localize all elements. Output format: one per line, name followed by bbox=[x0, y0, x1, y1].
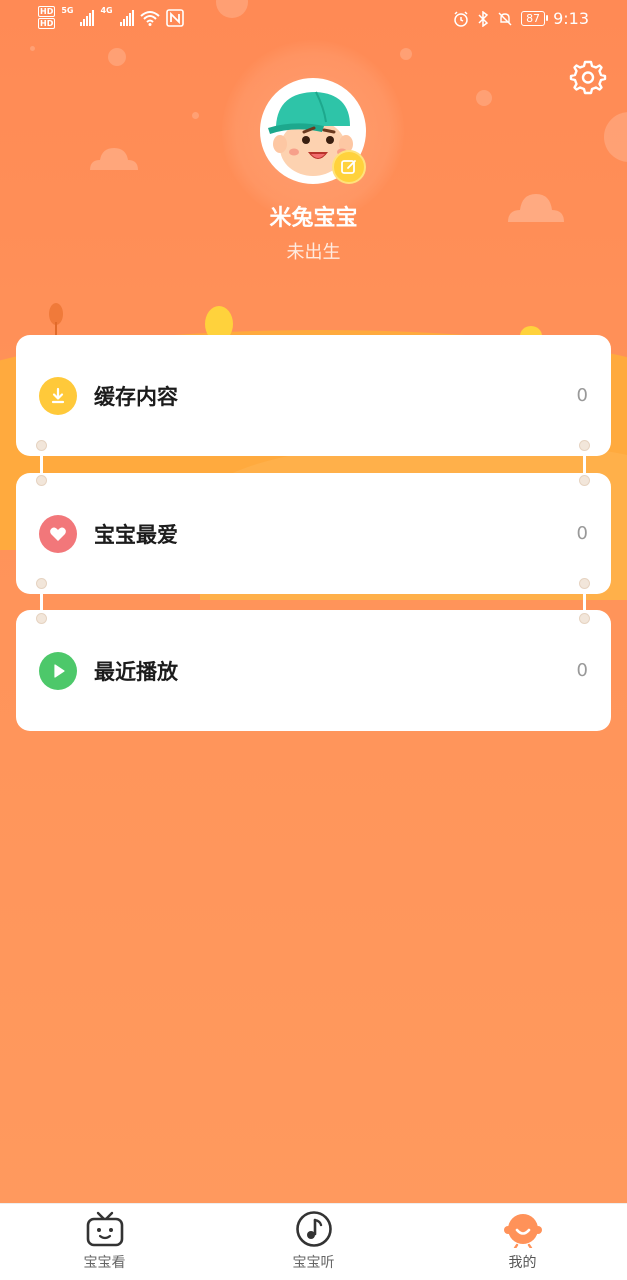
decor-bubble bbox=[604, 112, 627, 162]
tv-icon bbox=[86, 1211, 123, 1247]
settings-button[interactable] bbox=[569, 58, 607, 96]
cloud-icon bbox=[90, 148, 138, 170]
edit-profile-button[interactable] bbox=[332, 150, 366, 184]
nav-tab-label: 宝宝看 bbox=[83, 1255, 126, 1271]
signal-strength-icon bbox=[119, 9, 134, 26]
card-connector bbox=[579, 440, 591, 486]
menu-item-count: 0 bbox=[576, 660, 588, 681]
download-icon bbox=[39, 376, 77, 415]
decor-bubble bbox=[400, 48, 412, 60]
nav-tab-label: 我的 bbox=[508, 1255, 537, 1271]
decor-bubble bbox=[192, 112, 199, 119]
user-name[interactable]: 米兔宝宝 bbox=[0, 200, 627, 232]
menu-item-count: 0 bbox=[576, 385, 588, 406]
music-note-icon bbox=[295, 1211, 332, 1247]
decor-bubble bbox=[476, 90, 492, 106]
card-connector bbox=[36, 440, 48, 486]
card-connector bbox=[36, 578, 48, 624]
menu-item-favorites[interactable]: 宝宝最爱 0 bbox=[16, 473, 611, 594]
baby-face-icon bbox=[503, 1214, 542, 1248]
alarm-icon bbox=[454, 10, 468, 27]
nav-tab-listen[interactable]: 宝宝听 bbox=[209, 1204, 418, 1280]
decor-bubble bbox=[108, 48, 126, 66]
my-page-screen: HD HD 5G 4G 87 9:13 米兔宝宝 未出生 缓存内容 0 宝宝最爱… bbox=[0, 0, 627, 1280]
mute-bell-icon bbox=[498, 12, 512, 25]
bottom-nav: 宝宝看 宝宝听 我的 bbox=[0, 1203, 627, 1280]
hd-badge: HD bbox=[38, 18, 56, 29]
nav-tab-label: 宝宝听 bbox=[292, 1255, 335, 1271]
menu-item-label: 宝宝最爱 bbox=[94, 522, 178, 547]
nav-tab-mine[interactable]: 我的 bbox=[418, 1204, 627, 1280]
heart-icon bbox=[39, 514, 77, 553]
menu-item-label: 最近播放 bbox=[94, 659, 178, 684]
decor-bubble bbox=[30, 46, 35, 51]
tree-icon bbox=[49, 303, 63, 336]
hd-badges: HD HD bbox=[38, 6, 56, 29]
card-connector bbox=[579, 578, 591, 624]
menu-item-recent[interactable]: 最近播放 0 bbox=[16, 610, 611, 731]
bluetooth-icon bbox=[478, 10, 489, 27]
clock: 9:13 bbox=[553, 9, 589, 28]
status-bar-left: HD HD 5G 4G bbox=[38, 6, 184, 29]
battery-level: 87 bbox=[521, 11, 549, 26]
status-bar: HD HD 5G 4G 87 9:13 bbox=[0, 0, 627, 40]
menu-item-label: 缓存内容 bbox=[94, 384, 178, 409]
status-bar-right: 87 9:13 bbox=[453, 9, 589, 28]
nfc-icon bbox=[165, 8, 184, 27]
gear-icon bbox=[569, 60, 607, 95]
network-label: 4G bbox=[100, 6, 113, 15]
signal-strength-icon bbox=[80, 9, 95, 26]
wifi-icon bbox=[139, 10, 160, 26]
network-label: 5G bbox=[61, 6, 74, 15]
nav-tab-watch[interactable]: 宝宝看 bbox=[0, 1204, 209, 1280]
menu-item-count: 0 bbox=[576, 523, 588, 544]
hd-badge: HD bbox=[38, 6, 56, 17]
user-status: 未出生 bbox=[286, 242, 341, 263]
edit-icon bbox=[341, 160, 356, 174]
play-icon bbox=[39, 651, 77, 690]
menu-item-cache[interactable]: 缓存内容 0 bbox=[16, 335, 611, 456]
